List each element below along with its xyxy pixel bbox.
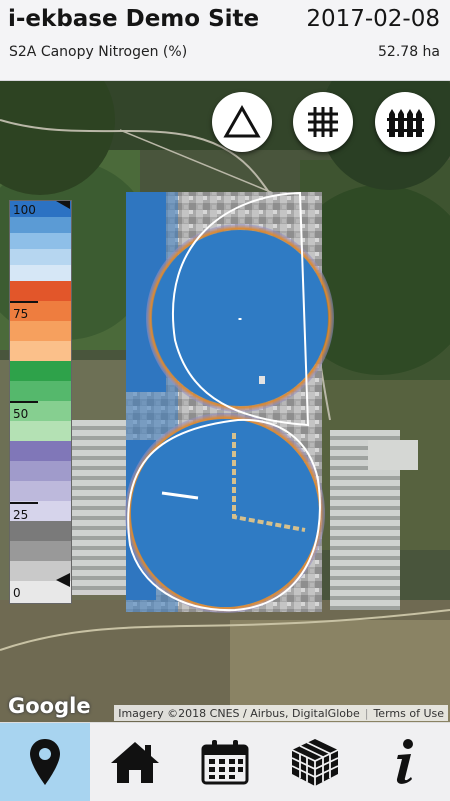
nav-calendar[interactable] [180,723,270,801]
fence-icon [387,109,424,137]
calendar-icon [201,740,249,785]
info-icon [396,739,413,784]
legend-label-75: 75 [13,307,29,321]
legend-label-100: 100 [13,203,36,217]
legend-tick [10,301,38,303]
cube-icon [291,739,339,786]
nav-layers[interactable] [270,723,360,801]
triangle-tool-button[interactable] [212,92,272,152]
map-pin-icon [30,739,60,785]
legend-label-0: 0 [13,586,21,600]
legend-value-marker-icon [56,573,70,587]
fence-tool-button[interactable] [375,92,435,152]
legend-label-50: 50 [13,407,29,421]
grid-icon [308,107,338,137]
layer-name: S2A Canopy Nitrogen (%) [9,44,188,60]
legend-label-25: 25 [13,508,29,522]
nav-home[interactable] [90,723,180,801]
grid-tool-button[interactable] [293,92,353,152]
legend-tick [10,401,38,403]
field-area: 52.78 ha [378,44,440,60]
nav-info[interactable] [360,723,450,801]
bottom-nav [0,722,450,801]
site-title: i-ekbase Demo Site [8,6,260,32]
date-display[interactable]: 2017-02-08 [306,6,440,32]
legend-max-marker-icon [56,201,70,209]
imagery-credit: Imagery ©2018 CNES / Airbus, DigitalGlob… [118,706,360,720]
app-header: i-ekbase Demo Site 2017-02-08 S2A Canopy… [0,0,450,81]
terms-of-use-link[interactable]: Terms of Use [373,707,444,720]
home-icon [111,742,159,783]
map-attribution: Imagery ©2018 CNES / Airbus, DigitalGlob… [114,705,448,721]
color-legend: 100 75 50 25 0 [9,200,72,604]
triangle-icon [223,104,261,138]
nav-location[interactable] [0,723,90,801]
google-logo: Google [8,694,91,718]
legend-tick [10,502,38,504]
attribution-separator: | [364,706,369,720]
